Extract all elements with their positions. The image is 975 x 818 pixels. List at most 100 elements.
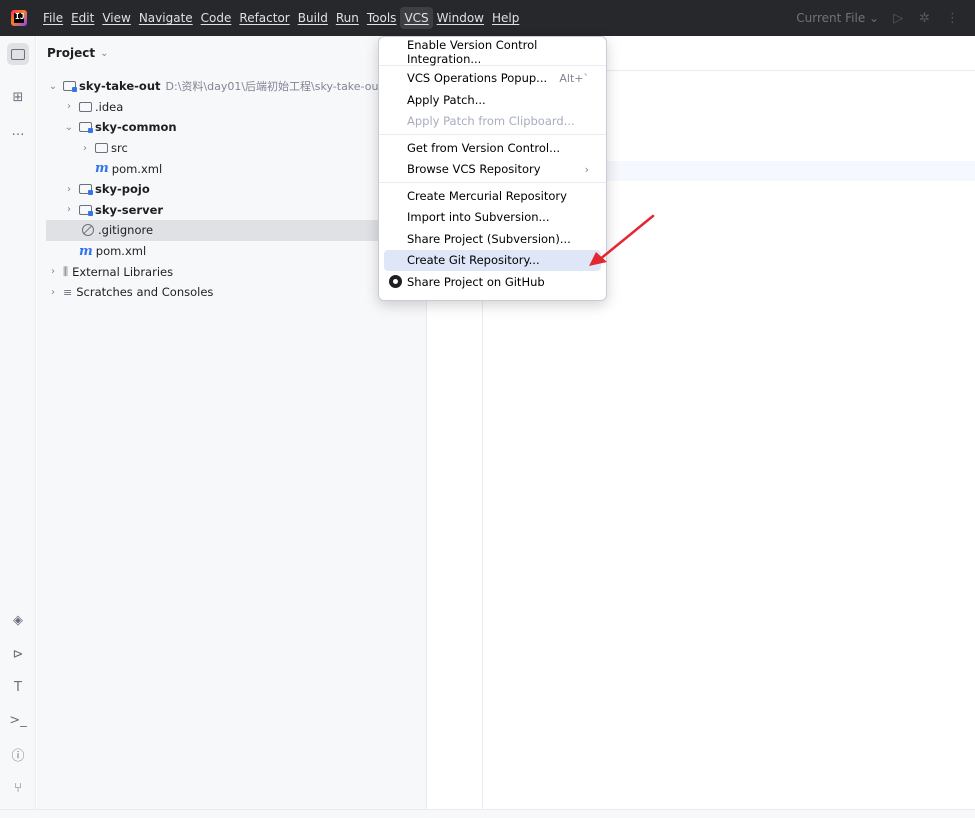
root-pom-label: pom.xml — [95, 244, 147, 259]
menu-separator — [379, 182, 606, 183]
tree-row-src[interactable]: › src — [37, 138, 427, 159]
more-tools-icon[interactable]: … — [7, 120, 29, 142]
sky-pojo-label: sky-pojo — [95, 182, 150, 197]
menu-build[interactable]: Build — [294, 7, 332, 29]
shortcut-label: Alt+` — [559, 71, 589, 85]
structure-icon[interactable]: ⊞ — [7, 86, 29, 108]
get-from-vc-label: Get from Version Control... — [407, 140, 561, 155]
menu-help[interactable]: Help — [488, 7, 523, 29]
enable-vcs-item[interactable]: Enable Version Control Integration... — [384, 37, 601, 66]
run-services-icon[interactable]: ⊳ — [7, 643, 29, 665]
titlebar-right: Current File ⌄ ▷ ✲ ⋮ — [796, 0, 975, 36]
chevron-right-icon[interactable]: › — [63, 204, 75, 215]
root-module-name: sky-take-out — [79, 79, 161, 94]
tree-row-sky-pojo[interactable]: › sky-pojo — [37, 179, 427, 200]
menu-view[interactable]: View — [98, 7, 134, 29]
chevron-right-icon[interactable]: › — [63, 184, 75, 195]
project-panel: Project ⌄ ⌄ sky-take-out D:\资料\day01\后端初… — [37, 36, 427, 809]
chevron-down-icon: ⌄ — [100, 47, 109, 59]
external-libraries-label: External Libraries — [72, 264, 174, 279]
title-bar: IJ File Edit View Navigate Code Refactor… — [0, 0, 975, 36]
enable-vcs-label: Enable Version Control Integration... — [407, 37, 538, 66]
common-pom-label: pom.xml — [111, 161, 163, 176]
chevron-right-icon: › — [584, 162, 589, 176]
menu-code[interactable]: Code — [197, 7, 236, 29]
menu-tools[interactable]: Tools — [363, 7, 401, 29]
gitignore-label: .gitignore — [98, 223, 154, 238]
chevron-right-icon[interactable]: › — [63, 101, 75, 112]
menu-separator — [379, 134, 606, 135]
tree-row-idea[interactable]: › .idea — [37, 97, 427, 118]
layers-icon[interactable]: ◈ — [7, 609, 29, 631]
chevron-right-icon[interactable]: › — [47, 287, 59, 298]
create-mercurial-label: Create Mercurial Repository — [407, 188, 567, 203]
terminal-tool-icon[interactable]: T — [7, 676, 29, 698]
problems-icon[interactable]: ⓘ — [7, 743, 29, 765]
tree-row-gitignore[interactable]: .gitignore — [46, 220, 427, 241]
apply-patch-item[interactable]: Apply Patch... — [384, 89, 601, 111]
import-svn-item[interactable]: Import into Subversion... — [384, 207, 601, 229]
tree-row-sky-server[interactable]: › sky-server — [37, 200, 427, 221]
share-github-item[interactable]: Share Project on GitHub — [384, 271, 601, 293]
library-icon: ⫼ — [63, 264, 69, 278]
scratches-icon: ≡ — [63, 285, 73, 299]
vcs-operations-popup-item[interactable]: VCS Operations Popup... Alt+` — [384, 68, 601, 90]
github-icon — [389, 275, 402, 288]
menu-edit[interactable]: Edit — [67, 7, 98, 29]
project-panel-header[interactable]: Project ⌄ — [37, 36, 426, 70]
left-tool-strip: ⊞ … ◈ ⊳ T >_ ⓘ ⑂ — [0, 36, 36, 809]
browse-vcs-label: Browse VCS Repository — [407, 162, 541, 177]
sky-common-label: sky-common — [95, 120, 177, 135]
run-config-label: Current File — [796, 11, 866, 25]
terminal-icon[interactable]: >_ — [7, 709, 29, 731]
maven-file-icon: m — [95, 161, 109, 177]
share-svn-item[interactable]: Share Project (Subversion)... — [384, 228, 601, 250]
module-folder-icon — [79, 184, 93, 196]
module-folder-icon — [63, 81, 77, 93]
tree-row-common-pom[interactable]: m pom.xml — [37, 158, 427, 179]
chevron-down-icon[interactable]: ⌄ — [63, 122, 75, 133]
more-actions-icon[interactable]: ⋮ — [946, 11, 959, 26]
project-tree: ⌄ sky-take-out D:\资料\day01\后端初始工程\sky-ta… — [37, 76, 427, 303]
chevron-right-icon[interactable]: › — [79, 143, 91, 154]
maven-file-icon: m — [79, 243, 93, 259]
folder-icon — [79, 101, 92, 112]
menu-navigate[interactable]: Navigate — [135, 7, 197, 29]
project-folder-icon[interactable] — [7, 43, 29, 65]
apply-patch-clipboard-label: Apply Patch from Clipboard... — [407, 114, 575, 129]
module-folder-icon — [79, 122, 93, 134]
menu-file[interactable]: File — [39, 7, 67, 29]
share-svn-label: Share Project (Subversion)... — [407, 231, 571, 246]
intellij-logo-icon[interactable]: IJ — [11, 10, 27, 26]
debug-icon[interactable]: ✲ — [919, 11, 930, 26]
git-branch-icon[interactable]: ⑂ — [7, 777, 29, 799]
root-module-path: D:\资料\day01\后端初始工程\sky-take-out — [165, 80, 383, 94]
src-folder-label: src — [111, 141, 128, 156]
sky-server-label: sky-server — [95, 202, 164, 217]
menu-window[interactable]: Window — [433, 7, 488, 29]
menu-run[interactable]: Run — [332, 7, 363, 29]
idea-folder-label: .idea — [95, 99, 124, 114]
get-from-vc-item[interactable]: Get from Version Control... — [384, 137, 601, 159]
create-git-repository-item[interactable]: Create Git Repository... — [384, 249, 601, 271]
run-config-selector[interactable]: Current File ⌄ — [796, 11, 879, 25]
module-folder-icon — [79, 204, 93, 216]
share-github-label: Share Project on GitHub — [407, 274, 545, 289]
run-icon[interactable]: ▷ — [893, 11, 903, 26]
create-mercurial-item[interactable]: Create Mercurial Repository — [384, 185, 601, 207]
tree-row-external-libraries[interactable]: › ⫼ External Libraries — [37, 261, 427, 282]
tree-row-sky-common[interactable]: ⌄ sky-common — [37, 117, 427, 138]
chevron-right-icon[interactable]: › — [47, 266, 59, 277]
menu-refactor[interactable]: Refactor — [235, 7, 293, 29]
tree-row-root-pom[interactable]: m pom.xml — [37, 241, 427, 262]
menu-vcs[interactable]: VCS — [400, 7, 433, 29]
browse-vcs-item[interactable]: Browse VCS Repository › — [384, 159, 601, 181]
scratches-label: Scratches and Consoles — [76, 285, 214, 300]
chevron-down-icon[interactable]: ⌄ — [47, 81, 59, 92]
tree-row-scratches[interactable]: › ≡ Scratches and Consoles — [37, 282, 427, 303]
folder-icon — [95, 143, 108, 154]
tree-row-root[interactable]: ⌄ sky-take-out D:\资料\day01\后端初始工程\sky-ta… — [37, 76, 427, 97]
vcs-operations-popup-label: VCS Operations Popup... — [407, 71, 548, 86]
vcs-dropdown-menu: Enable Version Control Integration... VC… — [378, 36, 607, 301]
status-bar — [0, 809, 975, 818]
